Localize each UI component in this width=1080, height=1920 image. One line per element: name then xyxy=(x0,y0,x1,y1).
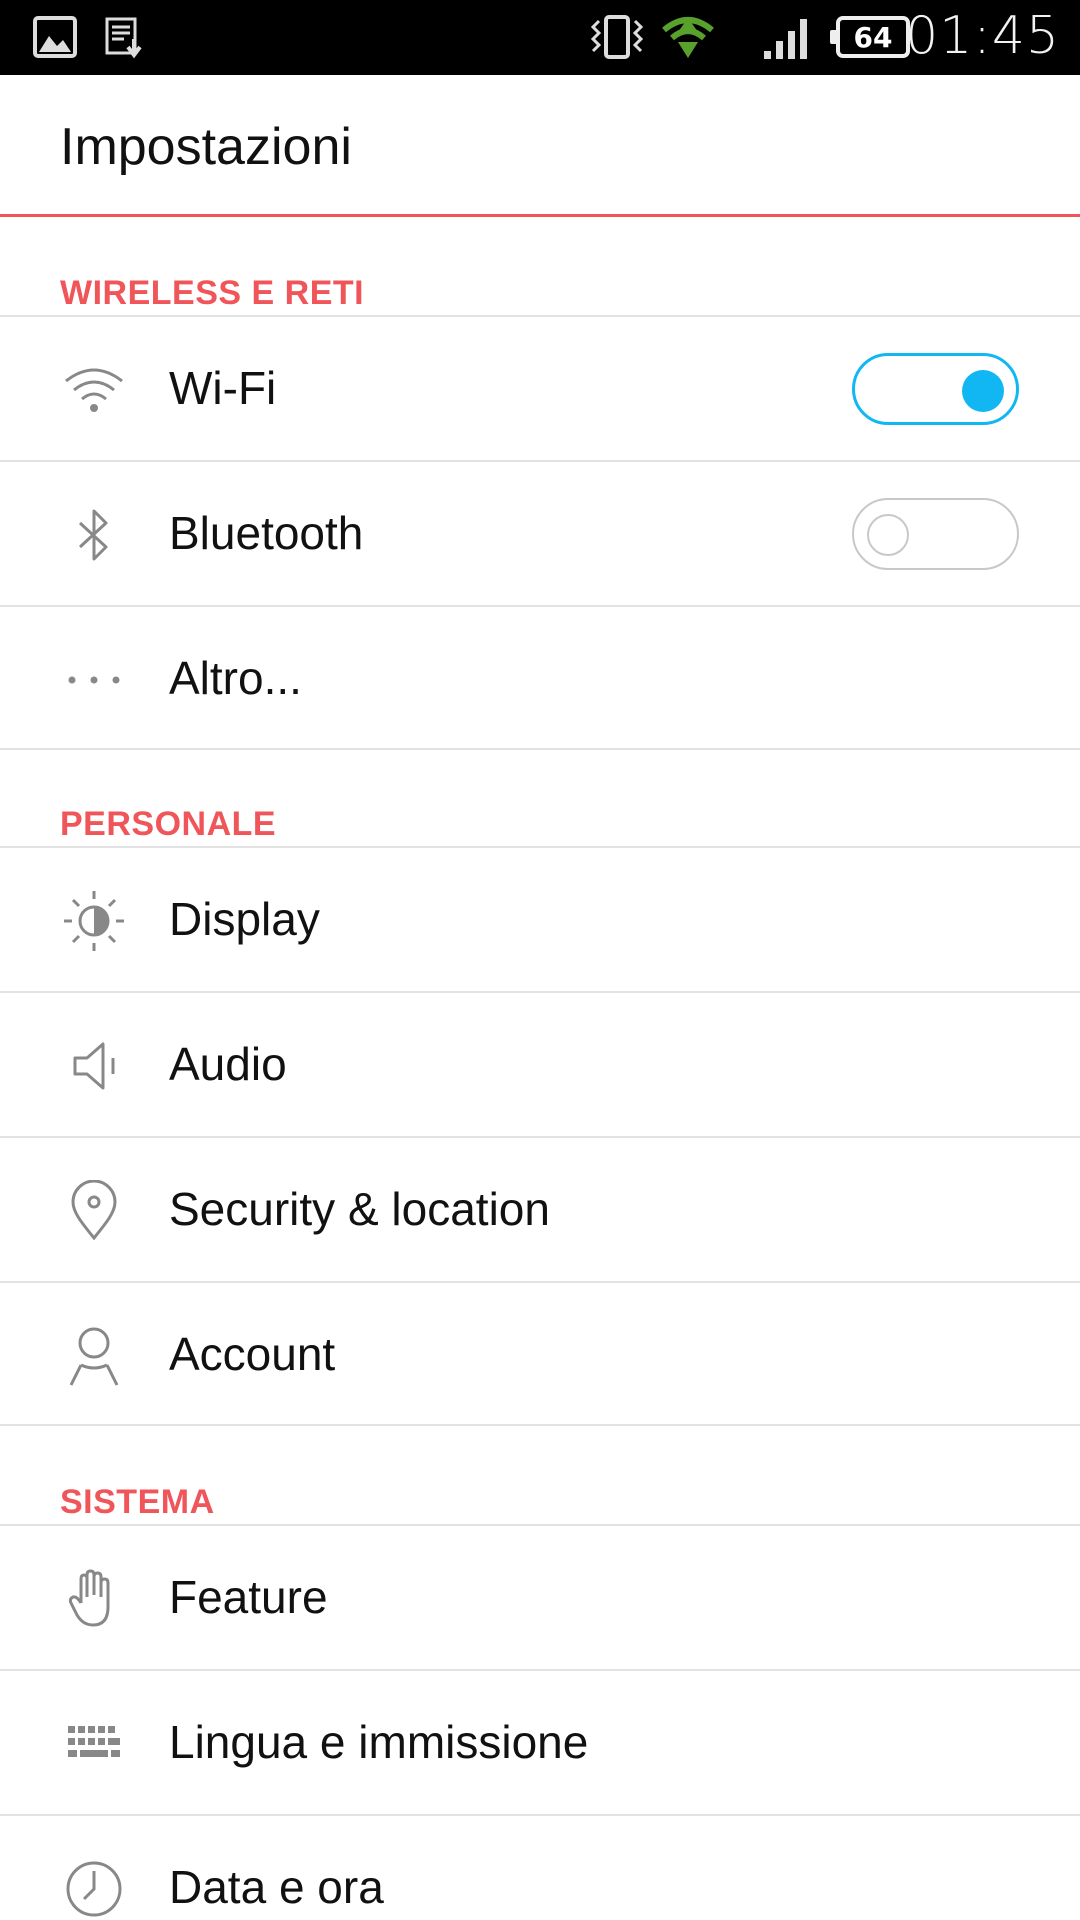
brightness-icon xyxy=(58,890,130,952)
download-icon xyxy=(104,12,148,62)
vibrate-icon xyxy=(584,12,650,62)
gallery-icon xyxy=(32,12,78,62)
signal-icon xyxy=(760,12,816,62)
page-title: Impostazioni xyxy=(60,118,352,176)
settings-item-account[interactable]: Account xyxy=(0,1281,1080,1426)
settings-item-label: Bluetooth xyxy=(169,507,364,559)
settings-item-label: Wi-Fi xyxy=(169,362,277,414)
settings-item-label: Audio xyxy=(169,1038,287,1090)
wifi-data-icon xyxy=(660,12,716,62)
section-title-system: SISTEMA xyxy=(60,1483,215,1521)
battery-icon: 64 xyxy=(830,16,910,58)
settings-item-security-location[interactable]: Security & location xyxy=(0,1136,1080,1281)
settings-item-label: Display xyxy=(169,893,320,945)
section-title-personal: PERSONALE xyxy=(60,805,277,843)
bluetooth-toggle[interactable] xyxy=(852,498,1019,570)
settings-item-language-input[interactable]: Lingua e immissione xyxy=(0,1669,1080,1814)
settings-item-label: Security & location xyxy=(169,1183,550,1235)
settings-item-date-time[interactable]: Data e ora xyxy=(0,1814,1080,1920)
action-bar: Impostazioni xyxy=(0,75,1080,217)
settings-item-label: Account xyxy=(169,1328,336,1380)
section-title-wireless: WIRELESS E RETI xyxy=(60,274,365,312)
location-pin-icon xyxy=(58,1180,130,1242)
settings-item-label: Data e ora xyxy=(169,1861,384,1913)
settings-item-wifi[interactable]: Wi-Fi xyxy=(0,315,1080,460)
settings-item-more[interactable]: Altro... xyxy=(0,605,1080,750)
settings-item-bluetooth[interactable]: Bluetooth xyxy=(0,460,1080,605)
settings-item-audio[interactable]: Audio xyxy=(0,991,1080,1136)
bluetooth-icon xyxy=(58,504,130,566)
settings-item-label: Lingua e immissione xyxy=(169,1716,589,1768)
clock-icon xyxy=(58,1858,130,1920)
more-icon xyxy=(58,649,130,711)
settings-item-display[interactable]: Display xyxy=(0,846,1080,991)
toggle-knob xyxy=(962,370,1004,412)
status-bar: 64 01:45 xyxy=(0,0,1080,75)
settings-item-label: Altro... xyxy=(169,652,302,704)
settings-item-feature[interactable]: Feature xyxy=(0,1524,1080,1669)
speaker-icon xyxy=(58,1035,130,1097)
wifi-toggle[interactable] xyxy=(852,353,1019,425)
keyboard-icon xyxy=(58,1713,130,1775)
wifi-icon xyxy=(58,359,130,421)
toggle-knob xyxy=(867,514,909,556)
hand-icon xyxy=(58,1568,130,1630)
clock-time: 01:45 xyxy=(905,6,1060,66)
person-icon xyxy=(58,1325,130,1387)
settings-item-label: Feature xyxy=(169,1571,328,1623)
